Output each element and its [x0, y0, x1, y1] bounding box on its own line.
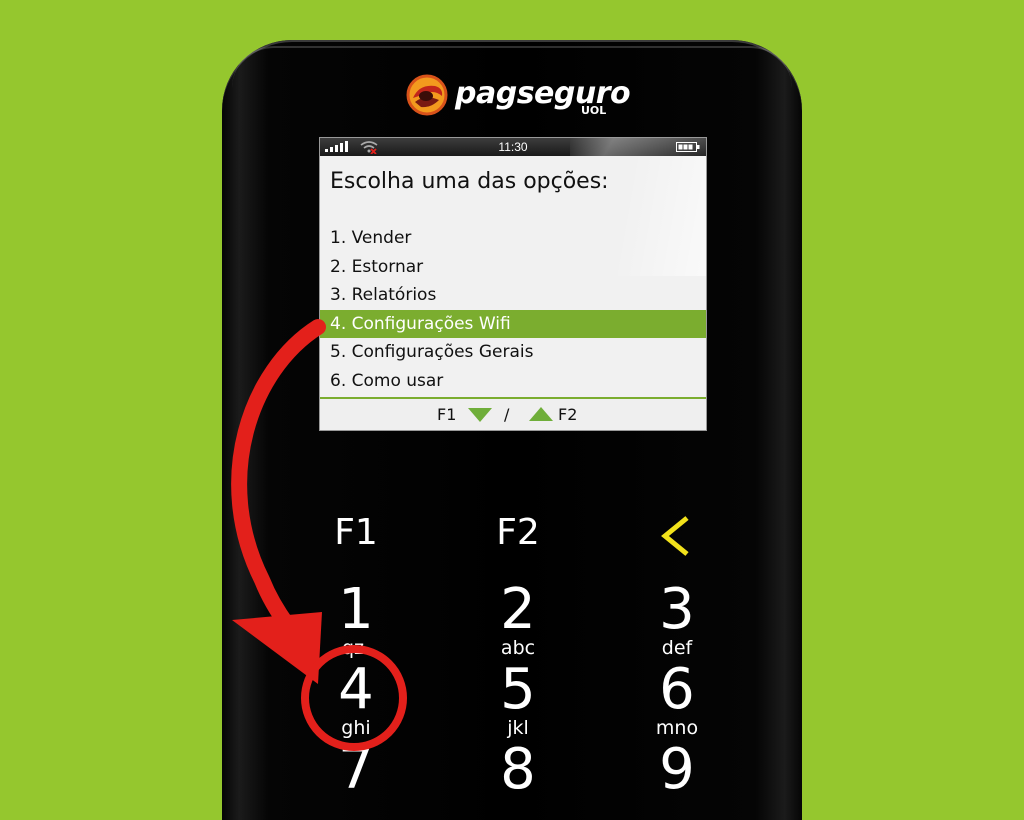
- curved-arrow-icon: [231, 319, 407, 751]
- highlight-circle: [301, 645, 407, 751]
